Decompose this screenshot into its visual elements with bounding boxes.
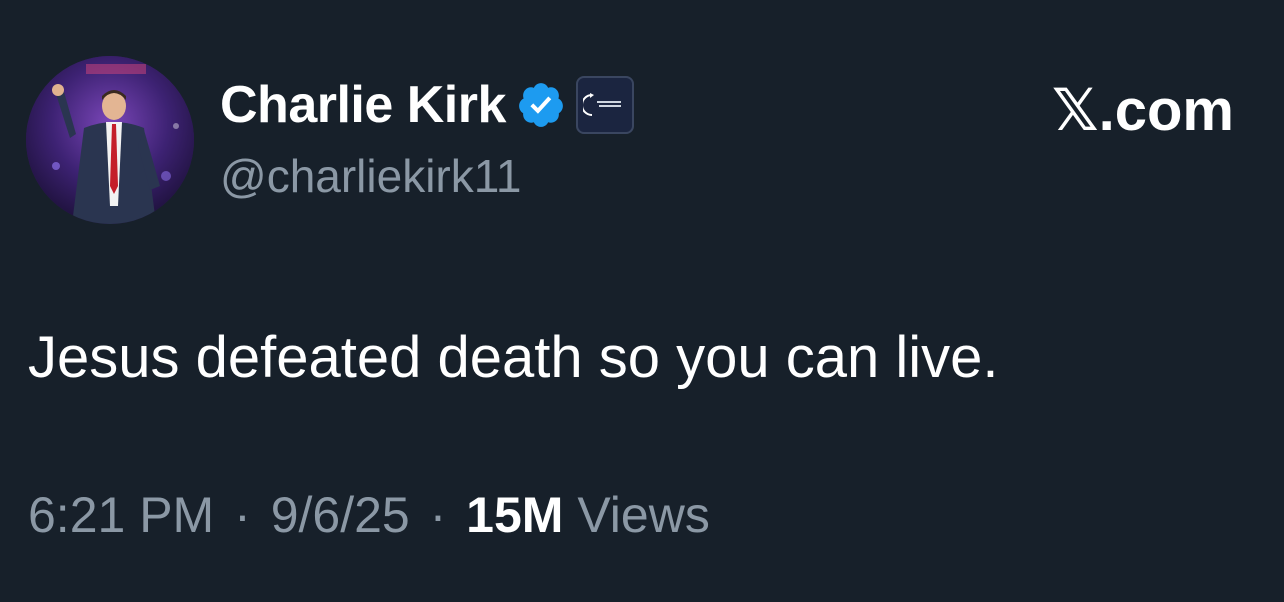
meta-separator: · — [429, 487, 447, 543]
views-count[interactable]: 15M — [466, 487, 563, 543]
author-display-name[interactable]: Charlie Kirk — [220, 72, 506, 138]
x-com-logo: 𝕏.com — [1051, 78, 1234, 143]
affiliation-badge-icon[interactable] — [575, 76, 634, 134]
author-name-row: Charlie Kirk — [220, 72, 634, 138]
turning-point-usa-logo-icon — [582, 93, 621, 116]
author-handle[interactable]: @charliekirk11 — [220, 144, 634, 208]
author-header: Charlie Kirk @charliekirk11 — [220, 72, 634, 208]
verified-badge-icon[interactable] — [516, 80, 566, 130]
tweet-card: Charlie Kirk @charliekirk11 𝕏.com Jesus … — [0, 0, 1284, 602]
tweet-date[interactable]: 9/6/25 — [271, 487, 410, 543]
views-label: Views — [577, 487, 710, 543]
tweet-text: Jesus defeated death so you can live. — [28, 325, 999, 390]
author-avatar[interactable] — [26, 56, 194, 224]
tweet-metadata: 6:21 PM · 9/6/25 · 15M Views — [28, 480, 710, 550]
meta-separator: · — [234, 487, 251, 543]
avatar-photo-image — [26, 56, 194, 224]
tweet-time[interactable]: 6:21 PM — [28, 487, 214, 543]
